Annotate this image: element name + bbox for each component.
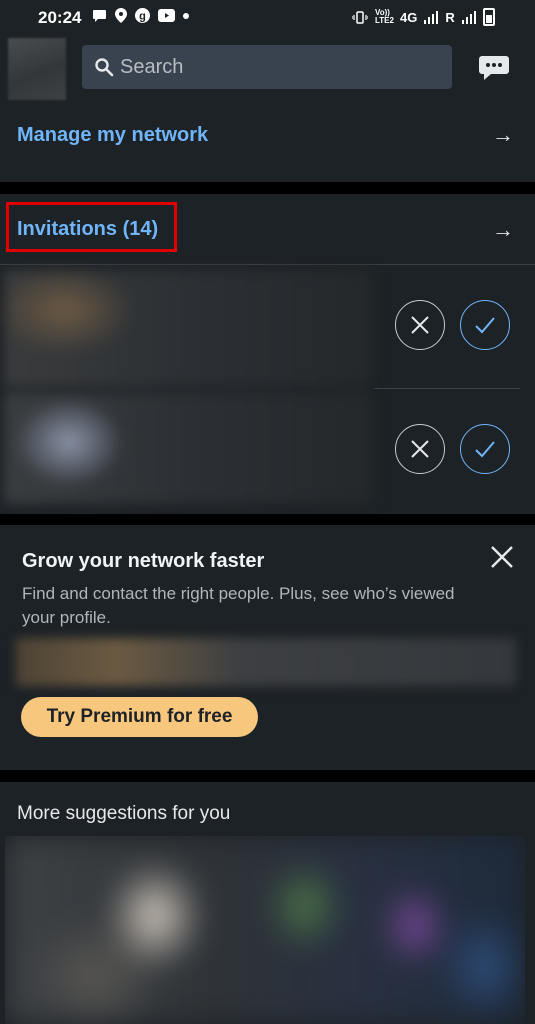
roaming-label: R (445, 9, 455, 25)
vibrate-icon (352, 10, 368, 24)
invitation-item-divider (374, 388, 520, 389)
g-icon: g (135, 8, 150, 23)
suggestions-title: More suggestions for you (17, 803, 231, 824)
search-bar[interactable]: Search (82, 45, 452, 89)
signal-icon-2 (461, 10, 476, 24)
premium-title: Grow your network faster (22, 550, 265, 572)
manage-network-link[interactable]: Manage my network (17, 124, 208, 147)
accept-invitation-button[interactable] (460, 300, 510, 350)
dot-icon (183, 12, 189, 19)
manage-network-arrow-icon[interactable]: → (492, 122, 514, 148)
signal-icon (424, 10, 439, 24)
svg-text:g: g (139, 11, 146, 23)
status-time: 20:24 (38, 8, 82, 27)
youtube-icon (158, 9, 175, 22)
search-icon (95, 58, 114, 77)
volte-label: Vo)) LTE2 (375, 8, 394, 25)
chat-bubble-icon (93, 9, 106, 22)
status-notification-icons: g (92, 8, 189, 23)
invitations-divider (0, 264, 535, 265)
invitations-arrow-icon[interactable]: → (492, 217, 514, 243)
invitations-title[interactable]: Invitations (14) (17, 218, 158, 241)
ignore-invitation-button[interactable] (395, 300, 445, 350)
suggestions-carousel-blurred[interactable] (5, 836, 525, 1024)
accept-invitation-button[interactable] (460, 424, 510, 474)
close-icon (411, 316, 429, 334)
check-icon (475, 441, 495, 458)
dismiss-promo-icon[interactable] (488, 543, 516, 571)
search-placeholder: Search (120, 55, 184, 78)
location-icon (115, 8, 127, 23)
battery-icon (482, 8, 495, 26)
premium-description: Find and contact the right people. Plus,… (22, 584, 455, 627)
ignore-invitation-button[interactable] (395, 424, 445, 474)
avatar[interactable] (8, 38, 66, 100)
status-system-icons: Vo)) LTE2 4G R (352, 8, 495, 26)
invitation-item-blurred[interactable] (4, 392, 372, 504)
network-type-label: 4G (400, 9, 418, 25)
messaging-icon[interactable] (478, 54, 510, 82)
close-icon (411, 440, 429, 458)
premium-profile-viewers-blurred (16, 638, 516, 686)
invitation-item-blurred[interactable] (4, 270, 372, 388)
try-premium-button[interactable]: Try Premium for free (21, 697, 258, 737)
check-icon (475, 317, 495, 334)
